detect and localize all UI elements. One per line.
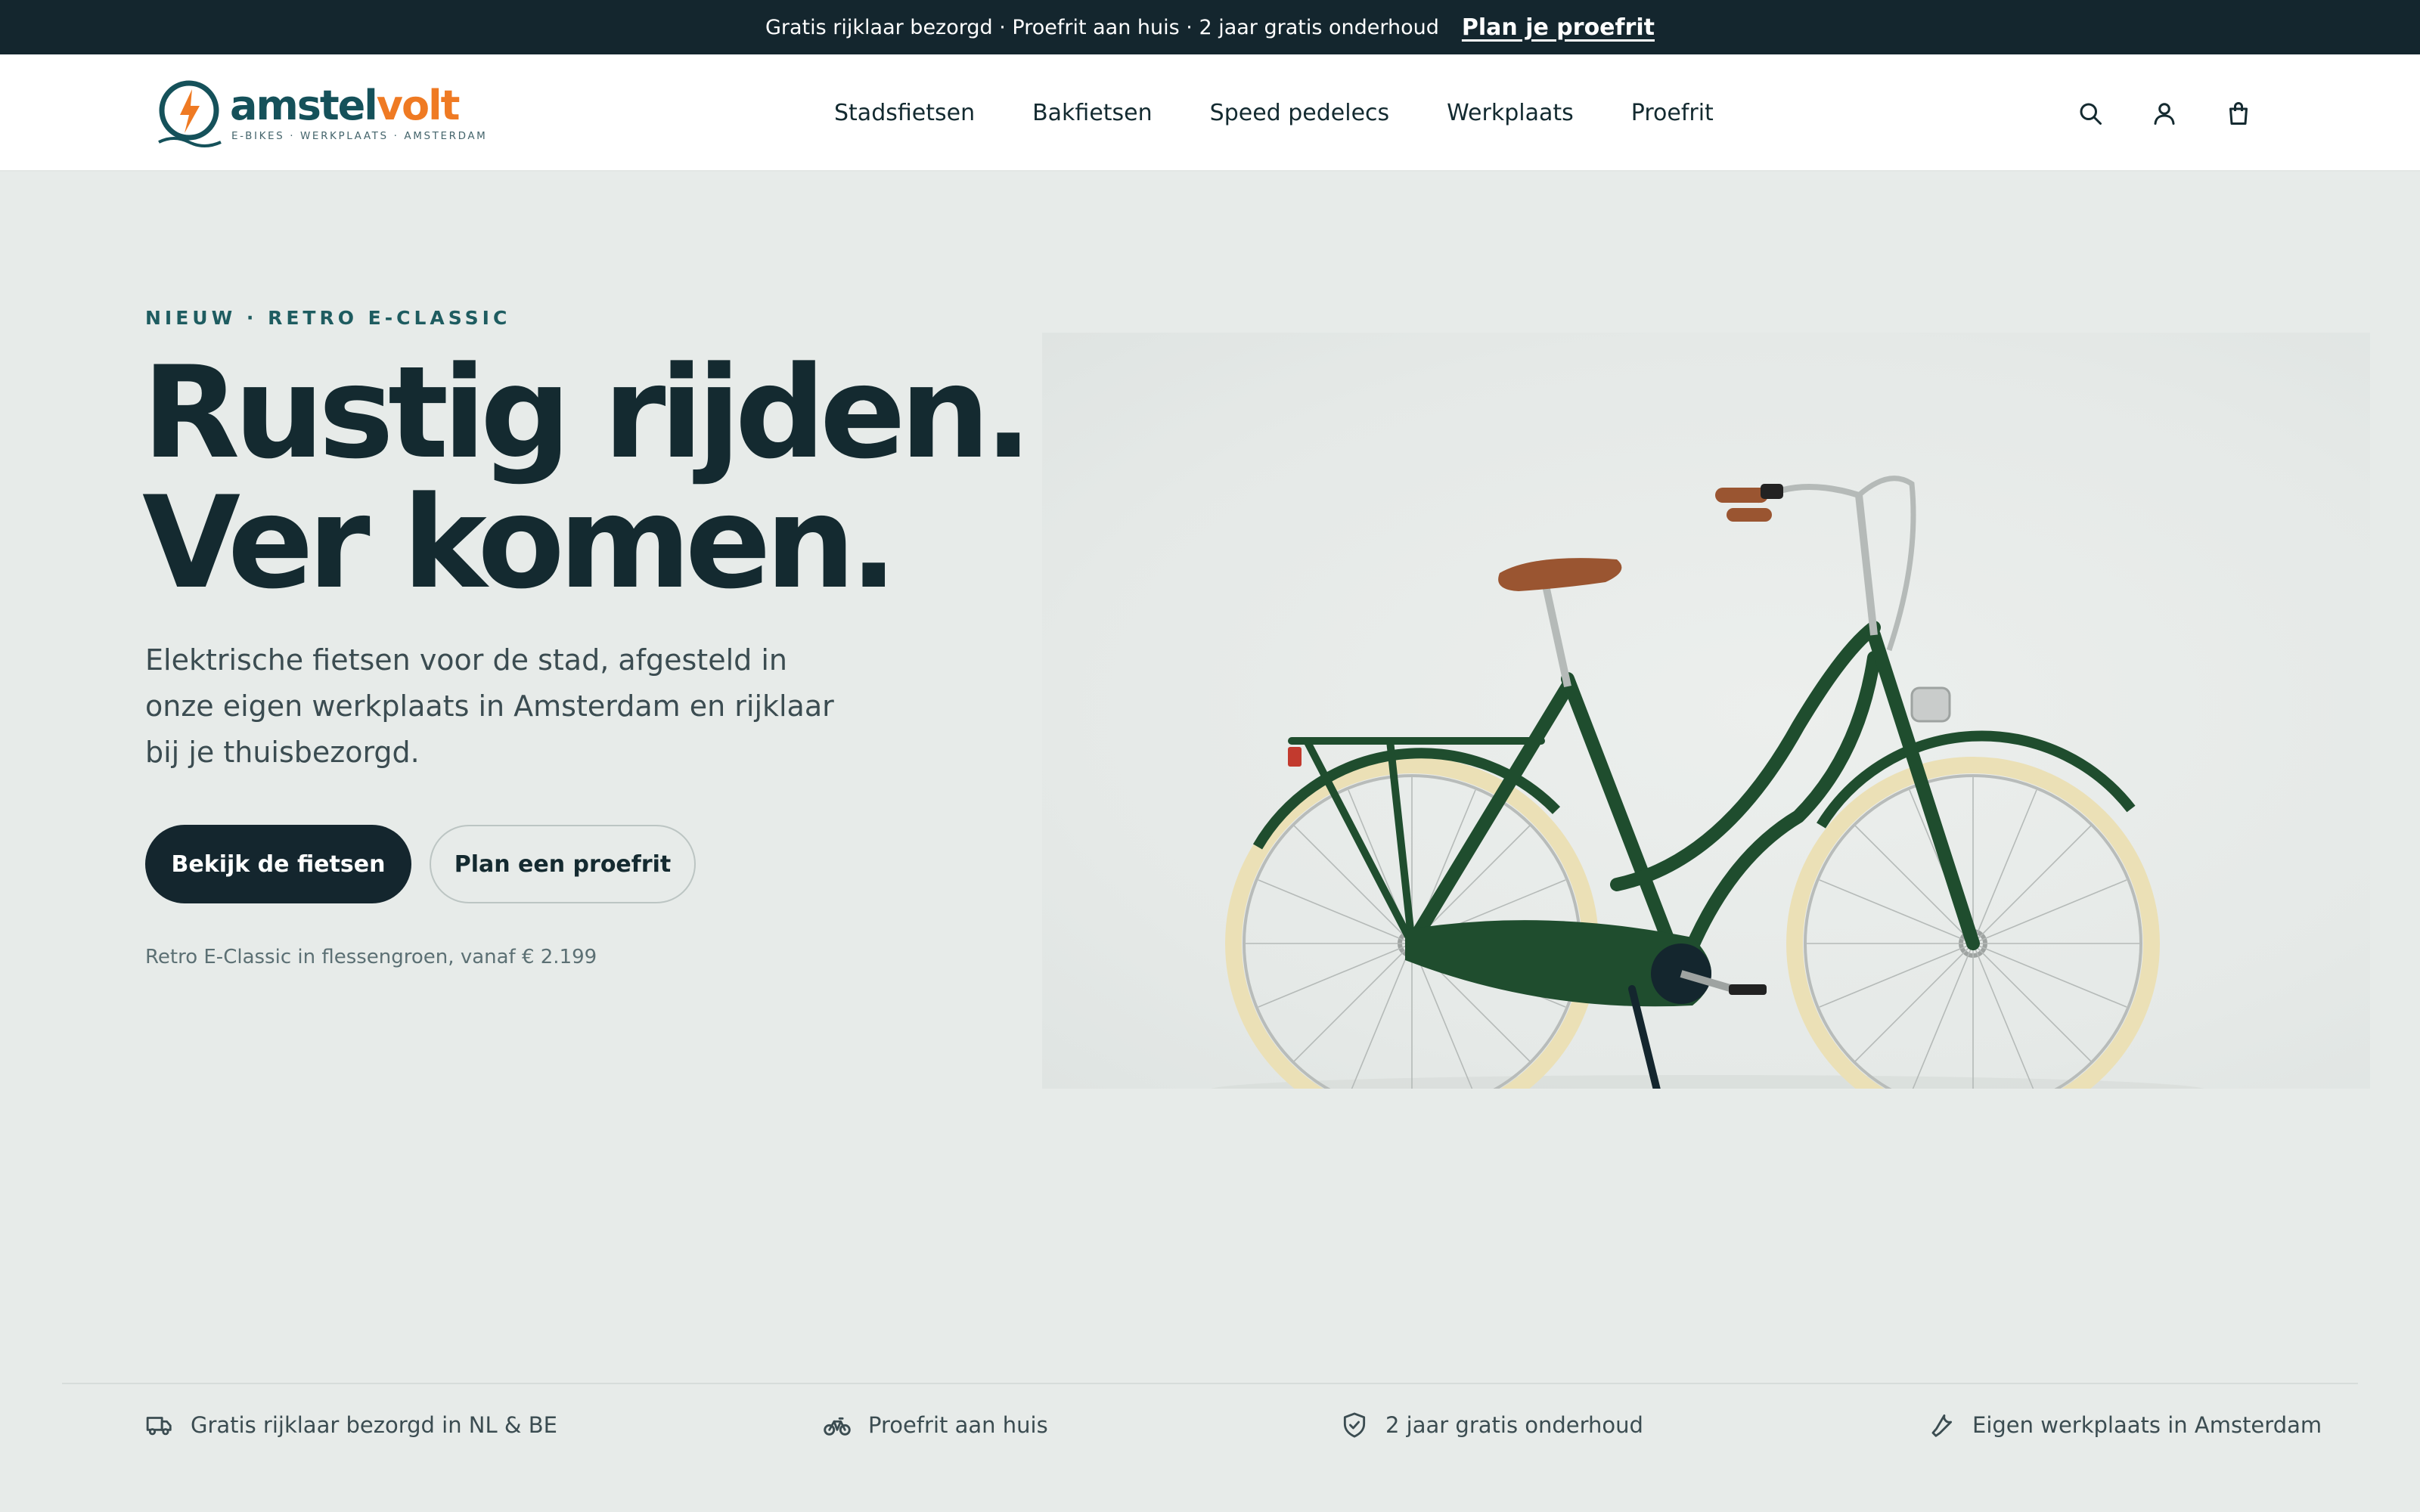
logo-wordmark: amstelvolt [230, 82, 461, 129]
usp-label: Eigen werkplaats in Amsterdam [1972, 1412, 2322, 1438]
truck-icon [146, 1417, 172, 1436]
usp-item: 2 jaar gratis onderhoud [1340, 1384, 1643, 1466]
announcement-bar: Gratis rijklaar bezorgd · Proefrit aan h… [0, 0, 2420, 54]
usp-label: Gratis rijklaar bezorgd in NL & BE [191, 1412, 557, 1438]
hero-caption: Retro E-Classic in flessengroen, vanaf €… [145, 946, 597, 968]
logo-word-volt: volt [376, 82, 461, 129]
hero-headline-line-1: Rustig rijden. [142, 339, 1032, 487]
shield-check-icon [1343, 1412, 1366, 1438]
wrench-icon [1931, 1414, 1953, 1437]
account-icon[interactable] [2151, 100, 2178, 127]
nav-item-speed-pedelecs[interactable]: Speed pedelecs [1210, 100, 1390, 126]
hero-headline-line-2: Ver komen. [142, 469, 898, 617]
nav-item-proefrit[interactable]: Proefrit [1631, 100, 1714, 126]
plan-test-ride-link[interactable]: Plan je proefrit [1462, 14, 1655, 41]
hero-bike-image [1042, 333, 2370, 1089]
hero-lead: Elektrische fietsen voor de stad, afgest… [145, 643, 834, 769]
hero-headline: Rustig rijden. Ver komen. [142, 348, 1032, 608]
bicycle-icon [824, 1417, 851, 1436]
view-bikes-button[interactable]: Bekijk de fietsen [145, 825, 411, 903]
usp-label: Proefrit aan huis [868, 1412, 1048, 1438]
usp-item: Eigen werkplaats in Amsterdam [1927, 1384, 2322, 1466]
header-icons [2077, 54, 2252, 172]
search-icon[interactable] [2077, 100, 2104, 127]
hero-eyebrow: NIEUW · RETRO E-CLASSIC [145, 307, 511, 329]
logo-mark-icon [158, 80, 222, 147]
usp-label: 2 jaar gratis onderhoud [1385, 1412, 1643, 1438]
logo-word-amstel: amstel [230, 82, 378, 129]
nav-item-stadsfietsen[interactable]: Stadsfietsen [834, 100, 975, 126]
bicycle-illustration [1211, 476, 2204, 1089]
cart-icon[interactable] [2225, 100, 2252, 127]
main-nav: Stadsfietsen Bakfietsen Speed pedelecs W… [834, 54, 1714, 172]
site-header: amstelvolt E-BIKES · WERKPLAATS · AMSTER… [0, 54, 2420, 172]
nav-item-werkplaats[interactable]: Werkplaats [1447, 100, 1574, 126]
nav-item-bakfietsen[interactable]: Bakfietsen [1032, 100, 1153, 126]
logo[interactable]: amstelvolt E-BIKES · WERKPLAATS · AMSTER… [154, 77, 486, 150]
announcement-text: Gratis rijklaar bezorgd · Proefrit aan h… [765, 15, 1439, 39]
logo-tagline: E-BIKES · WERKPLAATS · AMSTERDAM [231, 130, 488, 142]
plan-test-ride-button[interactable]: Plan een proefrit [430, 825, 696, 903]
usp-item: Gratis rijklaar bezorgd in NL & BE [145, 1384, 557, 1466]
usp-item: Proefrit aan huis [823, 1384, 1048, 1466]
